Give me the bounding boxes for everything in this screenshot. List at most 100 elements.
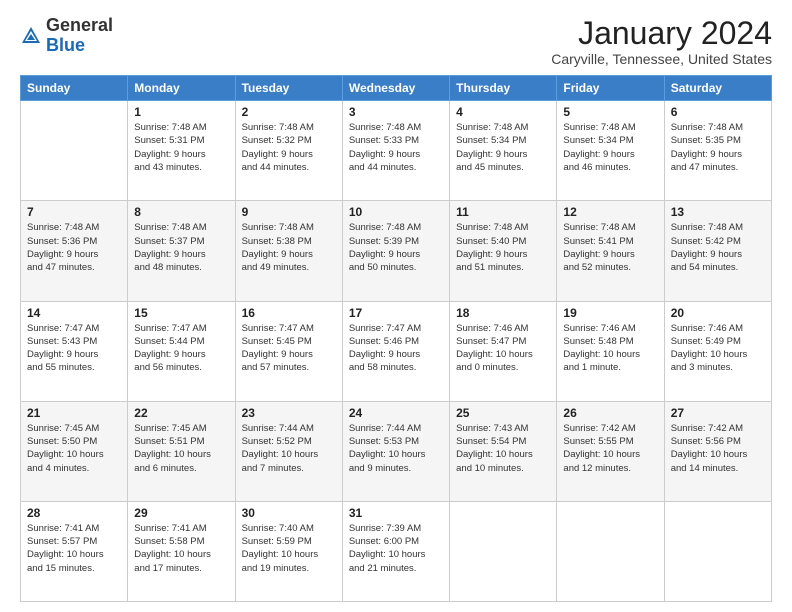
day-info: Sunrise: 7:39 AM Sunset: 6:00 PM Dayligh… xyxy=(349,522,443,575)
day-number: 21 xyxy=(27,406,121,420)
header: General Blue January 2024 Caryville, Ten… xyxy=(20,16,772,67)
calendar-week-row: 7Sunrise: 7:48 AM Sunset: 5:36 PM Daylig… xyxy=(21,201,772,301)
day-number: 26 xyxy=(563,406,657,420)
calendar-week-row: 1 Sunrise: 7:48 AM Sunset: 5:31 PM Daylig… xyxy=(21,101,772,201)
day-info: Sunrise: 7:40 AM Sunset: 5:59 PM Dayligh… xyxy=(242,522,336,575)
day-number: 15 xyxy=(134,306,228,320)
table-row: 25Sunrise: 7:43 AM Sunset: 5:54 PM Dayli… xyxy=(450,401,557,501)
day-number: 27 xyxy=(671,406,765,420)
table-row xyxy=(450,501,557,601)
day-info: Sunrise: 7:48 AM Sunset: 5:39 PM Dayligh… xyxy=(349,221,443,274)
col-sunday: Sunday xyxy=(21,76,128,101)
day-info: Sunrise: 7:48 AM Sunset: 5:32 PM Dayligh… xyxy=(242,121,336,174)
day-number: 9 xyxy=(242,205,336,219)
day-number: 24 xyxy=(349,406,443,420)
day-info: Sunrise: 7:48 AM Sunset: 5:34 PM Dayligh… xyxy=(456,121,550,174)
day-info: Sunrise: 7:48 AM Sunset: 5:35 PM Dayligh… xyxy=(671,121,765,174)
day-info: Sunrise: 7:48 AM Sunset: 5:42 PM Dayligh… xyxy=(671,221,765,274)
day-number: 16 xyxy=(242,306,336,320)
col-wednesday: Wednesday xyxy=(342,76,449,101)
day-number: 19 xyxy=(563,306,657,320)
table-row: 22 Sunrise: 7:45 AM Sunset: 5:51 PM Dayli… xyxy=(128,401,235,501)
table-row: 4 Sunrise: 7:48 AM Sunset: 5:34 PM Daylig… xyxy=(450,101,557,201)
day-info: Sunrise: 7:46 AM Sunset: 5:48 PM Dayligh… xyxy=(563,322,657,375)
calendar-table: Sunday Monday Tuesday Wednesday Thursday… xyxy=(20,75,772,602)
day-number: 31 xyxy=(349,506,443,520)
table-row: 18Sunrise: 7:46 AM Sunset: 5:47 PM Dayli… xyxy=(450,301,557,401)
month-title: January 2024 xyxy=(551,16,772,51)
day-info: Sunrise: 7:41 AM Sunset: 5:57 PM Dayligh… xyxy=(27,522,121,575)
day-number: 3 xyxy=(349,105,443,119)
day-number: 4 xyxy=(456,105,550,119)
day-info: Sunrise: 7:46 AM Sunset: 5:47 PM Dayligh… xyxy=(456,322,550,375)
day-info: Sunrise: 7:47 AM Sunset: 5:46 PM Dayligh… xyxy=(349,322,443,375)
day-info: Sunrise: 7:42 AM Sunset: 5:56 PM Dayligh… xyxy=(671,422,765,475)
table-row: 10 Sunrise: 7:48 AM Sunset: 5:39 PM Dayli… xyxy=(342,201,449,301)
table-row: 30Sunrise: 7:40 AM Sunset: 5:59 PM Dayli… xyxy=(235,501,342,601)
table-row: 23Sunrise: 7:44 AM Sunset: 5:52 PM Dayli… xyxy=(235,401,342,501)
day-info: Sunrise: 7:47 AM Sunset: 5:43 PM Dayligh… xyxy=(27,322,121,375)
day-number: 22 xyxy=(134,406,228,420)
day-info: Sunrise: 7:48 AM Sunset: 5:31 PM Dayligh… xyxy=(134,121,228,174)
day-number: 17 xyxy=(349,306,443,320)
col-saturday: Saturday xyxy=(664,76,771,101)
day-info: Sunrise: 7:42 AM Sunset: 5:55 PM Dayligh… xyxy=(563,422,657,475)
day-info: Sunrise: 7:47 AM Sunset: 5:45 PM Dayligh… xyxy=(242,322,336,375)
day-number: 29 xyxy=(134,506,228,520)
table-row: 29 Sunrise: 7:41 AM Sunset: 5:58 PM Dayli… xyxy=(128,501,235,601)
table-row: 5Sunrise: 7:48 AM Sunset: 5:34 PM Daylig… xyxy=(557,101,664,201)
table-row xyxy=(21,101,128,201)
table-row: 11Sunrise: 7:48 AM Sunset: 5:40 PM Dayli… xyxy=(450,201,557,301)
table-row: 27 Sunrise: 7:42 AM Sunset: 5:56 PM Dayli… xyxy=(664,401,771,501)
col-thursday: Thursday xyxy=(450,76,557,101)
logo-icon xyxy=(20,25,42,47)
table-row: 12 Sunrise: 7:48 AM Sunset: 5:41 PM Dayli… xyxy=(557,201,664,301)
day-number: 12 xyxy=(563,205,657,219)
logo-text: General Blue xyxy=(46,16,113,56)
day-number: 10 xyxy=(349,205,443,219)
day-info: Sunrise: 7:45 AM Sunset: 5:51 PM Dayligh… xyxy=(134,422,228,475)
day-info: Sunrise: 7:41 AM Sunset: 5:58 PM Dayligh… xyxy=(134,522,228,575)
table-row xyxy=(557,501,664,601)
table-row: 2 Sunrise: 7:48 AM Sunset: 5:32 PM Daylig… xyxy=(235,101,342,201)
day-number: 7 xyxy=(27,205,121,219)
table-row: 9 Sunrise: 7:48 AM Sunset: 5:38 PM Daylig… xyxy=(235,201,342,301)
table-row: 15 Sunrise: 7:47 AM Sunset: 5:44 PM Dayli… xyxy=(128,301,235,401)
table-row: 3 Sunrise: 7:48 AM Sunset: 5:33 PM Daylig… xyxy=(342,101,449,201)
day-number: 1 xyxy=(134,105,228,119)
day-number: 2 xyxy=(242,105,336,119)
day-number: 6 xyxy=(671,105,765,119)
table-row: 26 Sunrise: 7:42 AM Sunset: 5:55 PM Dayli… xyxy=(557,401,664,501)
logo-blue: Blue xyxy=(46,35,85,55)
calendar-week-row: 28 Sunrise: 7:41 AM Sunset: 5:57 PM Dayli… xyxy=(21,501,772,601)
day-info: Sunrise: 7:46 AM Sunset: 5:49 PM Dayligh… xyxy=(671,322,765,375)
day-number: 28 xyxy=(27,506,121,520)
day-number: 25 xyxy=(456,406,550,420)
table-row: 6 Sunrise: 7:48 AM Sunset: 5:35 PM Daylig… xyxy=(664,101,771,201)
day-info: Sunrise: 7:48 AM Sunset: 5:40 PM Dayligh… xyxy=(456,221,550,274)
col-friday: Friday xyxy=(557,76,664,101)
table-row: 17 Sunrise: 7:47 AM Sunset: 5:46 PM Dayli… xyxy=(342,301,449,401)
day-info: Sunrise: 7:48 AM Sunset: 5:33 PM Dayligh… xyxy=(349,121,443,174)
table-row: 21Sunrise: 7:45 AM Sunset: 5:50 PM Dayli… xyxy=(21,401,128,501)
calendar-week-row: 21Sunrise: 7:45 AM Sunset: 5:50 PM Dayli… xyxy=(21,401,772,501)
day-number: 8 xyxy=(134,205,228,219)
calendar-page: General Blue January 2024 Caryville, Ten… xyxy=(0,0,792,612)
table-row: 28 Sunrise: 7:41 AM Sunset: 5:57 PM Dayli… xyxy=(21,501,128,601)
logo: General Blue xyxy=(20,16,113,56)
table-row: 8 Sunrise: 7:48 AM Sunset: 5:37 PM Daylig… xyxy=(128,201,235,301)
day-info: Sunrise: 7:44 AM Sunset: 5:53 PM Dayligh… xyxy=(349,422,443,475)
day-number: 20 xyxy=(671,306,765,320)
day-info: Sunrise: 7:47 AM Sunset: 5:44 PM Dayligh… xyxy=(134,322,228,375)
logo-general: General xyxy=(46,15,113,35)
day-info: Sunrise: 7:48 AM Sunset: 5:41 PM Dayligh… xyxy=(563,221,657,274)
table-row: 20 Sunrise: 7:46 AM Sunset: 5:49 PM Dayli… xyxy=(664,301,771,401)
col-tuesday: Tuesday xyxy=(235,76,342,101)
table-row xyxy=(664,501,771,601)
day-info: Sunrise: 7:48 AM Sunset: 5:37 PM Dayligh… xyxy=(134,221,228,274)
table-row: 19 Sunrise: 7:46 AM Sunset: 5:48 PM Dayli… xyxy=(557,301,664,401)
calendar-week-row: 14Sunrise: 7:47 AM Sunset: 5:43 PM Dayli… xyxy=(21,301,772,401)
weekday-header-row: Sunday Monday Tuesday Wednesday Thursday… xyxy=(21,76,772,101)
day-number: 13 xyxy=(671,205,765,219)
day-info: Sunrise: 7:48 AM Sunset: 5:38 PM Dayligh… xyxy=(242,221,336,274)
